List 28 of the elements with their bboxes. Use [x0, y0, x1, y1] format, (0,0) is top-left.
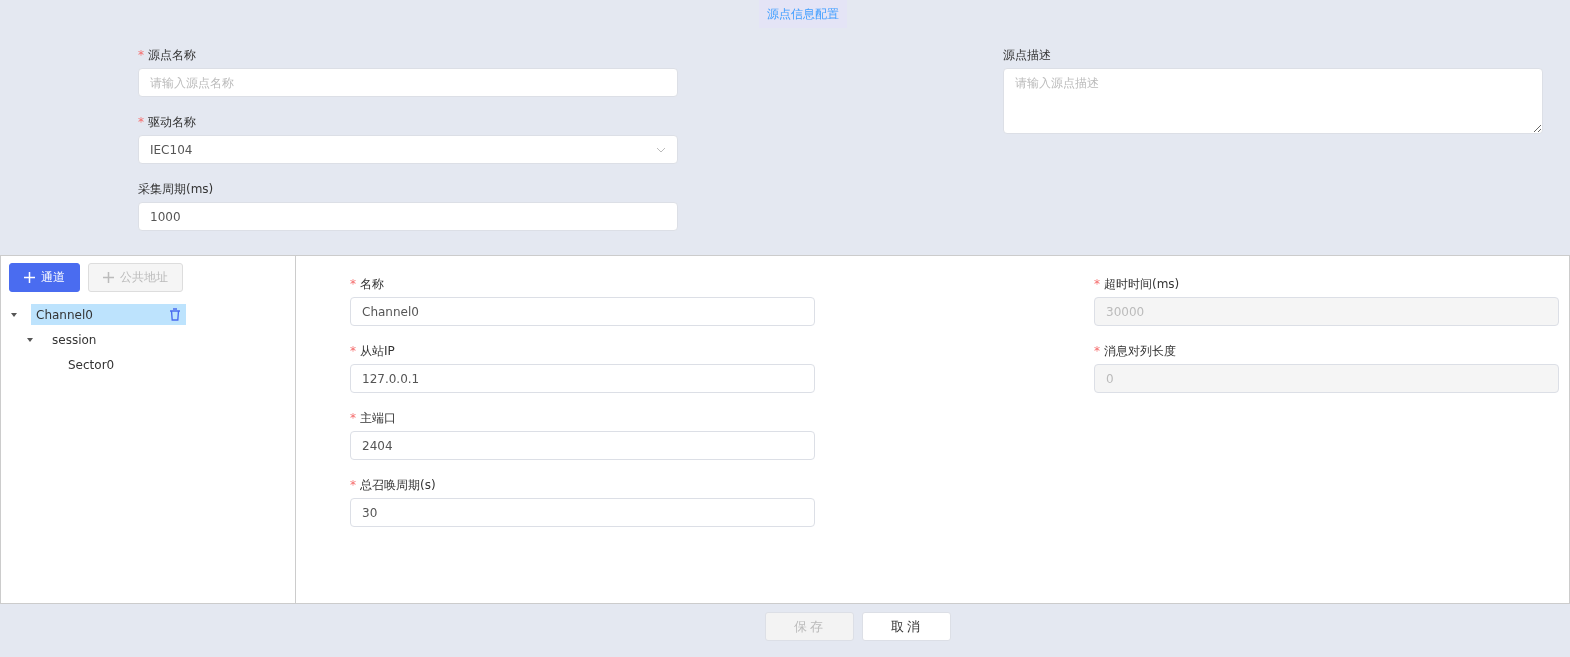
field-label: * 消息对列长度 [1094, 343, 1177, 359]
plus-icon [103, 272, 114, 283]
select-field[interactable]: IEC104 [138, 135, 678, 164]
textarea-field[interactable]: 请输入源点描述 [1003, 68, 1543, 134]
field-label: * 名称 [350, 276, 385, 292]
field-label: 采集周期(ms) [138, 181, 215, 197]
field-label: * 源点名称 [138, 47, 197, 63]
input-field[interactable]: 2404 [350, 431, 815, 460]
footer-button[interactable]: 取消 [862, 612, 951, 641]
chevron-down-icon [656, 146, 666, 153]
field-label: * 驱动名称 [138, 114, 197, 130]
field-label: * 总召唤周期(s) [350, 477, 437, 493]
tree-item[interactable]: Channel0 [31, 304, 186, 325]
field-label: * 超时时间(ms) [1094, 276, 1181, 292]
field-label: * 主端口 [350, 410, 397, 426]
input-field[interactable]: 127.0.0.1 [350, 364, 815, 393]
input-field[interactable]: 请输入源点名称 [138, 68, 678, 97]
field-label: 源点描述 [1003, 47, 1052, 63]
input-field[interactable]: 30 [350, 498, 815, 527]
field-label: * 从站IP [350, 343, 396, 359]
tree-item[interactable]: Sector0 [63, 354, 120, 375]
trash-icon[interactable] [169, 308, 181, 321]
tree-item[interactable]: session [47, 329, 102, 350]
input-field[interactable]: 1000 [138, 202, 678, 231]
add-button[interactable]: 通道 [9, 263, 80, 292]
input-field[interactable]: Channel0 [350, 297, 815, 326]
plus-icon [24, 272, 35, 283]
select-value: IEC104 [150, 142, 193, 157]
